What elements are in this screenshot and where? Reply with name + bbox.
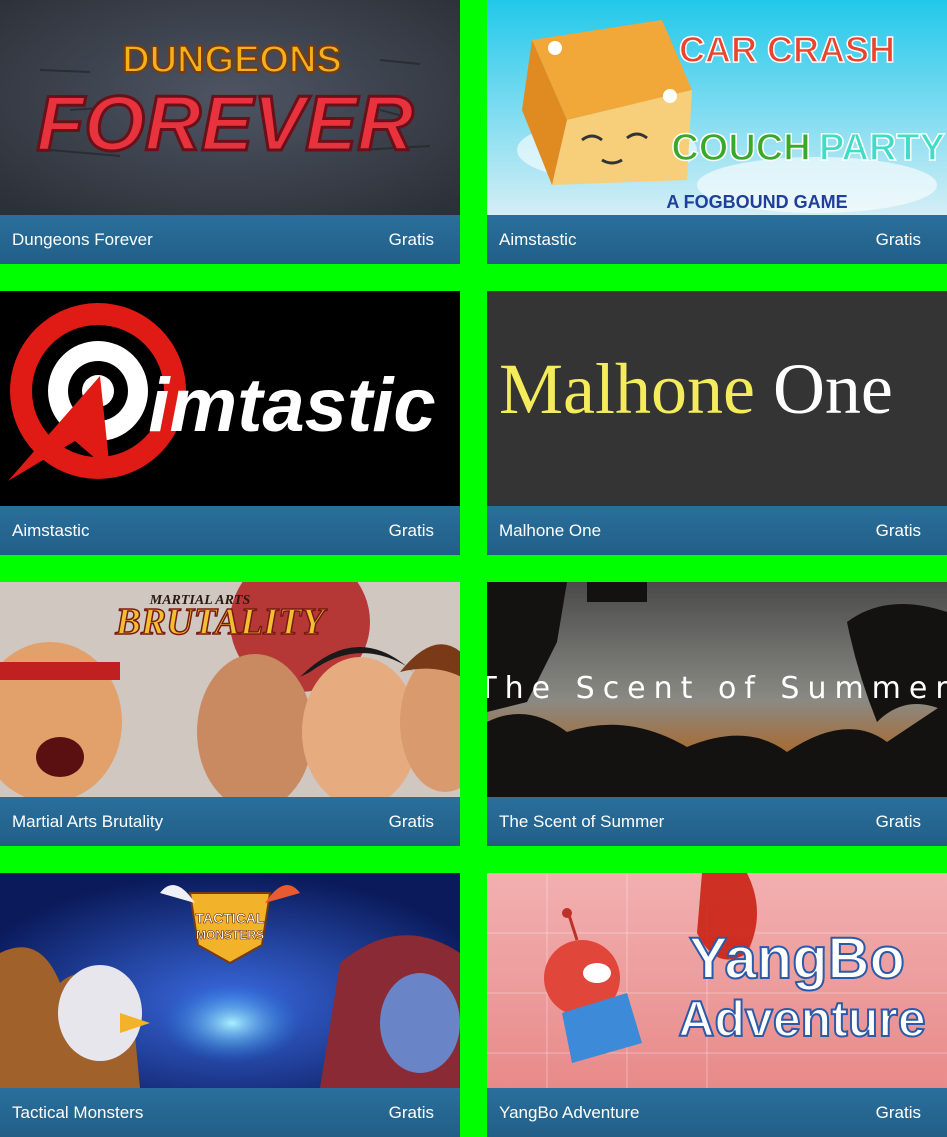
art-title: BRUTALITY	[114, 601, 328, 643]
game-info-bar[interactable]: Aimstastic Gratis	[487, 215, 947, 264]
art-logo-text: imtastic	[148, 363, 435, 448]
game-thumbnail[interactable]: TACTICAL MONSTERS	[0, 873, 460, 1088]
game-price: Gratis	[875, 521, 921, 540]
art-title-top: YangBo	[689, 926, 905, 991]
game-info-bar[interactable]: The Scent of Summer Gratis	[487, 797, 947, 846]
game-thumbnail[interactable]: YangBo Adventure	[487, 873, 947, 1088]
game-info-bar[interactable]: Malhone One Gratis	[487, 506, 947, 555]
game-grid: DUNGEONS FOREVER Dungeons Forever Gratis	[0, 0, 947, 1137]
game-info-bar[interactable]: Dungeons Forever Gratis	[0, 215, 460, 264]
art-title-top: DUNGEONS	[122, 39, 342, 81]
game-info-bar[interactable]: YangBo Adventure Gratis	[487, 1088, 947, 1137]
game-price: Gratis	[388, 521, 434, 540]
game-price: Gratis	[875, 812, 921, 831]
game-info-bar[interactable]: Martial Arts Brutality Gratis	[0, 797, 460, 846]
game-thumbnail[interactable]: DUNGEONS FOREVER	[0, 0, 460, 215]
box-character	[522, 20, 692, 185]
game-price: Gratis	[388, 812, 434, 831]
game-thumbnail[interactable]: Malhone One	[487, 291, 947, 506]
game-price: Gratis	[388, 230, 434, 249]
art-title: The Scent of Summer	[487, 671, 947, 706]
art-line3: A FOGBOUND GAME	[666, 192, 847, 212]
game-title: YangBo Adventure	[499, 1103, 640, 1122]
game-price: Gratis	[875, 230, 921, 249]
game-info-bar[interactable]: Aimstastic Gratis	[0, 506, 460, 555]
game-card-malhone-one[interactable]: Malhone One Malhone One Gratis	[487, 291, 947, 555]
game-card-dungeons-forever[interactable]: DUNGEONS FOREVER Dungeons Forever Gratis	[0, 0, 460, 264]
game-card-martial-arts-brutality[interactable]: MARTIAL ARTS BRUTALITY Martial Arts Brut…	[0, 582, 460, 846]
game-thumbnail[interactable]: imtastic	[0, 291, 460, 506]
art-text-yellow: Malhone	[499, 349, 755, 429]
game-price: Gratis	[875, 1103, 921, 1122]
art-title-bottom: Adventure	[678, 991, 925, 1047]
game-title: Dungeons Forever	[12, 230, 153, 249]
game-title: The Scent of Summer	[499, 812, 665, 831]
art-logo-bottom: MONSTERS	[196, 928, 264, 942]
svg-text:MalhoneOne: Malhone One	[499, 349, 893, 429]
art-line2b: PARTY	[819, 127, 945, 169]
game-title: Malhone One	[499, 521, 602, 540]
game-title: Aimstastic	[499, 230, 577, 249]
game-title: Tactical Monsters	[12, 1103, 144, 1122]
game-card-aimstastic-carcrash[interactable]: CAR CRASH COUCH PARTY A FOGBOUND GAME Ai…	[487, 0, 947, 264]
game-price: Gratis	[388, 1103, 434, 1122]
art-logo-top: TACTICAL	[196, 910, 265, 926]
game-title: Martial Arts Brutality	[12, 812, 164, 831]
game-thumbnail[interactable]: MARTIAL ARTS BRUTALITY	[0, 582, 460, 797]
game-card-aimstastic[interactable]: imtastic Aimstastic Gratis	[0, 291, 460, 555]
game-thumbnail[interactable]: CAR CRASH COUCH PARTY A FOGBOUND GAME	[487, 0, 947, 215]
game-card-yangbo-adventure[interactable]: YangBo Adventure YangBo Adventure Gratis	[487, 873, 947, 1137]
game-card-tactical-monsters[interactable]: TACTICAL MONSTERS Tactical Monsters Grat…	[0, 873, 460, 1137]
art-title-bottom: FOREVER	[36, 79, 413, 167]
art-text-white: One	[773, 349, 893, 429]
art-line1: CAR CRASH	[679, 29, 895, 70]
game-card-scent-of-summer[interactable]: The Scent of Summer The Scent of Summer …	[487, 582, 947, 846]
game-thumbnail[interactable]: The Scent of Summer	[487, 582, 947, 797]
art-line2a: COUCH	[671, 127, 810, 169]
game-title: Aimstastic	[12, 521, 90, 540]
game-info-bar[interactable]: Tactical Monsters Gratis	[0, 1088, 460, 1137]
